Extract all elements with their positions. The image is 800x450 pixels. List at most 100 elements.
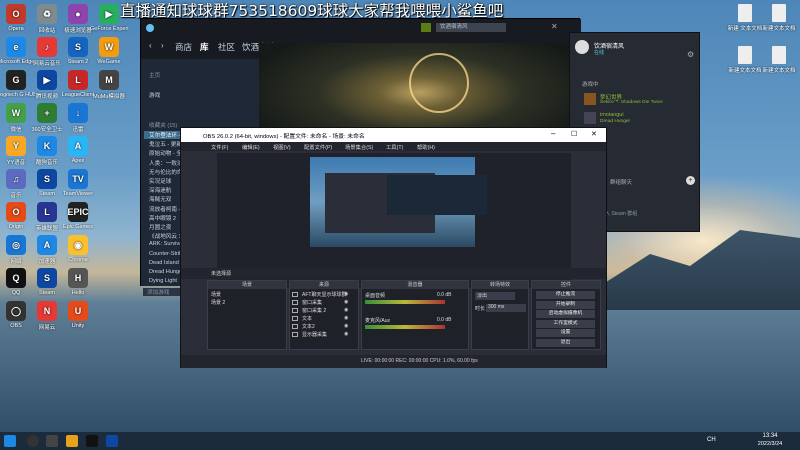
friend-avatar <box>584 93 596 105</box>
obs-task-icon[interactable] <box>46 435 58 447</box>
steam-task-icon[interactable] <box>86 435 98 447</box>
menu-item[interactable]: 文件(F) <box>211 143 228 151</box>
control-button[interactable]: 停止推流 <box>536 291 595 299</box>
game-list-item[interactable]: 深海迷航 <box>149 186 171 194</box>
desktop-shortcut[interactable]: ◉ Chrome <box>59 235 97 263</box>
nav-store[interactable]: 商店 <box>175 41 192 53</box>
clock-time[interactable]: 13:34 <box>750 433 790 439</box>
menu-item[interactable]: 编辑(E) <box>242 143 260 151</box>
control-button[interactable]: 启动虚拟摄像机 <box>536 310 595 318</box>
language-indicator[interactable]: CH <box>707 437 716 443</box>
visibility-icon[interactable]: ◉ <box>344 323 348 329</box>
back-icon[interactable]: ‹ <box>149 41 152 50</box>
library-filter[interactable]: 游戏 <box>149 91 160 99</box>
app-icon: N <box>37 301 57 321</box>
app-icon: ▶ <box>37 70 57 90</box>
visibility-icon[interactable]: ◉ <box>344 307 348 313</box>
desktop-shortcut[interactable]: TV TeamViewer <box>59 169 97 197</box>
visibility-icon[interactable]: ◉ <box>344 331 348 337</box>
app-icon: H <box>68 268 88 288</box>
control-button[interactable]: 开始录制 <box>536 300 595 309</box>
friends-status[interactable]: 在线 <box>594 49 604 56</box>
desktop-shortcut[interactable]: A Apex <box>59 136 97 164</box>
game-list-item[interactable]: 实况足球 <box>149 177 171 185</box>
desktop-shortcut[interactable]: ↓ 迅雷 <box>59 103 97 133</box>
desktop-file[interactable]: 新建文本文档 <box>760 46 798 74</box>
visibility-icon[interactable]: ◉ <box>344 291 348 297</box>
game-list-item[interactable]: 高中眼镜 2 <box>149 214 176 222</box>
app-task-icon[interactable] <box>106 435 118 447</box>
folder-icon[interactable] <box>66 435 78 447</box>
visibility-icon[interactable]: ◉ <box>344 315 348 321</box>
app-icon: U <box>68 301 88 321</box>
start-icon[interactable] <box>4 435 16 447</box>
sidebar-home[interactable]: 主页 <box>149 71 160 79</box>
close-icon[interactable]: ✕ <box>591 130 597 138</box>
source-item[interactable]: 文本2 <box>302 323 315 330</box>
game-list-item[interactable]: 月圆之夜 <box>149 223 171 231</box>
clock-date[interactable]: 2022/3/24 <box>750 441 790 447</box>
desktop-shortcut[interactable]: H Hello <box>59 268 97 296</box>
source-type-icon <box>292 324 298 329</box>
app-icon: + <box>37 103 57 123</box>
account-badge[interactable]: 饮酒宿清风 <box>436 23 506 32</box>
app-icon: ♪ <box>37 37 57 57</box>
menu-item[interactable]: 视图(V) <box>273 143 291 151</box>
game-list-item[interactable]: 海贼无双 <box>149 195 171 203</box>
friend-game: Dread Hunger <box>600 119 631 124</box>
volume-meter <box>365 300 445 304</box>
desktop-file[interactable]: 新建文本文档 <box>760 4 798 32</box>
control-button[interactable]: 设置 <box>536 329 595 337</box>
friend-name[interactable]: imoiaogui <box>600 112 624 118</box>
desktop-shortcut[interactable]: EPIC Epic Games <box>59 202 97 230</box>
source-type-icon <box>292 292 298 297</box>
duration-input[interactable]: 300 ms <box>486 304 526 312</box>
source-item[interactable]: 文本 <box>302 315 312 322</box>
scene-item[interactable]: 场景 2 <box>211 299 225 306</box>
gear-icon[interactable]: ⚙ <box>687 50 694 59</box>
sources-panel: 来源 AFT聊天显示球球群 ◉ 窗口采集 ◉ 窗口采集 2 ◉ 文本 ◉ 文本2 ◉ 显示器采集 ◉ <box>289 280 359 350</box>
scenes-panel: 场景 场景 场景 2 <box>207 280 287 350</box>
transition-select[interactable]: 淡出 <box>475 292 515 300</box>
collection-header[interactable]: 收藏夹 (15) <box>149 121 177 129</box>
app-icon: e <box>6 37 26 57</box>
notify-icon[interactable] <box>421 23 431 32</box>
obs-menubar: 文件(F) 编辑(E) 视图(V) 配置文件(P) 场景集合(S) 工具(T) 帮助(H) <box>181 142 606 151</box>
menu-item[interactable]: 场景集合(S) <box>345 143 373 151</box>
forward-icon[interactable]: › <box>161 41 164 50</box>
control-button[interactable]: 工作室模式 <box>536 319 595 328</box>
menu-item[interactable]: 帮助(H) <box>417 143 435 151</box>
app-icon: Y <box>6 136 26 156</box>
source-item[interactable]: AFT聊天显示球球群 <box>302 291 346 298</box>
scene-item[interactable]: 场景 <box>211 291 221 298</box>
control-button[interactable]: 退出 <box>536 338 595 347</box>
app-icon: W <box>99 37 119 57</box>
nav-community[interactable]: 社区 <box>218 41 235 53</box>
add-icon[interactable]: + <box>686 176 695 185</box>
desktop-shortcut[interactable]: U Unity <box>59 301 97 329</box>
desktop-file[interactable]: 新建 文本文档 <box>726 4 764 32</box>
source-toolbar: 未选择源 <box>181 268 606 279</box>
menu-item[interactable]: 配置文件(P) <box>304 143 332 151</box>
steam-titlebar: 饮酒宿清风 ✕ <box>141 19 581 37</box>
nav-library[interactable]: 库 <box>200 41 209 53</box>
obs-statusbar: LIVE: 00:00:00 REC: 00:00:00 CPU: 1.0%, … <box>181 355 606 368</box>
visibility-icon[interactable]: ◉ <box>344 299 348 305</box>
source-type-icon <box>292 308 298 313</box>
search-icon[interactable] <box>27 435 39 447</box>
close-icon[interactable]: ✕ <box>551 22 558 31</box>
document-icon <box>738 4 752 22</box>
game-list-item[interactable]: Dread Hunger <box>149 269 184 275</box>
source-item[interactable]: 窗口采集 <box>302 299 322 306</box>
desktop-shortcut[interactable]: M MuMu模拟器 <box>90 70 128 100</box>
app-icon: A <box>37 235 57 255</box>
game-list-item[interactable]: Dying Light <box>149 278 177 284</box>
ingame-section: 游戏中 <box>582 82 599 88</box>
menu-item[interactable]: 工具(T) <box>386 143 403 151</box>
desktop-file[interactable]: 新建文本文档 <box>726 46 764 74</box>
source-item[interactable]: 显示器采集 <box>302 331 327 338</box>
source-item[interactable]: 窗口采集 2 <box>302 307 326 314</box>
maximize-icon[interactable]: ☐ <box>571 130 577 138</box>
minimize-icon[interactable]: – <box>551 129 555 138</box>
desktop-shortcut[interactable]: W WeGame <box>90 37 128 65</box>
